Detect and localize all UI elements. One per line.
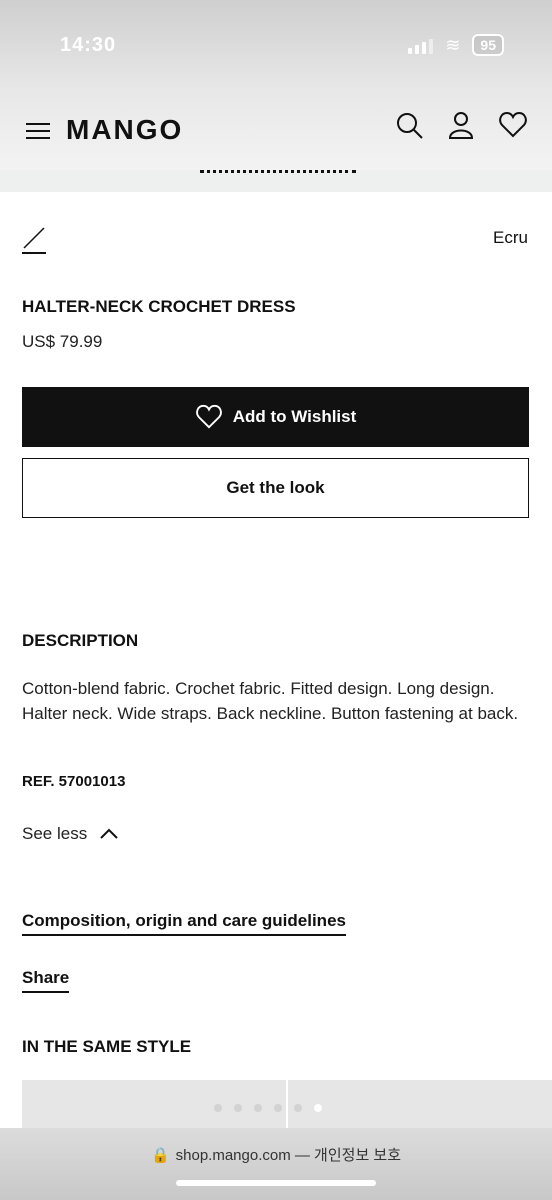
product-title: HALTER-NECK CROCHET DRESS bbox=[22, 297, 296, 316]
color-selector[interactable]: Ecru bbox=[0, 222, 552, 258]
wishlist-icon[interactable] bbox=[498, 110, 528, 140]
status-time: 14:30 bbox=[60, 34, 117, 56]
carousel-card[interactable] bbox=[288, 1080, 552, 1130]
image-bottom-strip bbox=[0, 170, 552, 192]
mango-logo[interactable]: MANGO bbox=[66, 114, 183, 146]
header-actions bbox=[394, 110, 528, 140]
url-text: shop.mango.com bbox=[175, 1147, 291, 1164]
look-label: Get the look bbox=[226, 478, 325, 497]
status-icons: ≋ 95 bbox=[408, 34, 504, 56]
carousel-dots bbox=[214, 1104, 322, 1112]
heart-icon bbox=[195, 404, 222, 429]
add-to-wishlist-button[interactable]: Add to Wishlist bbox=[22, 387, 529, 447]
description-heading: DESCRIPTION bbox=[22, 631, 139, 650]
see-less-label: See less bbox=[22, 824, 88, 843]
product-reference: REF. 57001013 bbox=[22, 773, 126, 790]
wishlist-label: Add to Wishlist bbox=[232, 407, 357, 426]
status-bar: 14:30 ≋ 95 bbox=[0, 0, 552, 92]
wifi-icon: ≋ bbox=[445, 34, 461, 55]
chevron-up-icon bbox=[100, 828, 118, 839]
home-indicator[interactable] bbox=[176, 1180, 376, 1186]
search-icon[interactable] bbox=[394, 110, 424, 140]
same-style-carousel[interactable] bbox=[22, 1080, 552, 1130]
product-price: US$ 79.99 bbox=[22, 332, 103, 351]
lock-icon: 🔒 bbox=[150, 1147, 170, 1164]
account-icon[interactable] bbox=[446, 110, 476, 140]
composition-link[interactable]: Composition, origin and care guidelines bbox=[22, 911, 346, 936]
privacy-text: — 개인정보 보호 bbox=[294, 1147, 402, 1164]
site-header: MANGO bbox=[0, 92, 552, 170]
battery-indicator: 95 bbox=[472, 34, 504, 56]
color-swatch[interactable] bbox=[22, 224, 46, 254]
share-link[interactable]: Share bbox=[22, 968, 70, 993]
get-the-look-button[interactable]: Get the look bbox=[22, 458, 529, 518]
see-less-toggle[interactable]: See less bbox=[22, 824, 119, 844]
url-display[interactable]: 🔒 shop.mango.com — 개인정보 보호 bbox=[0, 1144, 552, 1165]
browser-address-bar[interactable]: 🔒 shop.mango.com — 개인정보 보호 bbox=[0, 1128, 552, 1200]
signal-icon bbox=[408, 36, 434, 54]
description-text: Cotton-blend fabric. Crochet fabric. Fit… bbox=[22, 679, 519, 723]
image-edge bbox=[200, 170, 356, 177]
color-name: Ecru bbox=[493, 228, 528, 247]
menu-icon[interactable] bbox=[22, 112, 58, 148]
same-style-heading: IN THE SAME STYLE bbox=[22, 1037, 192, 1056]
